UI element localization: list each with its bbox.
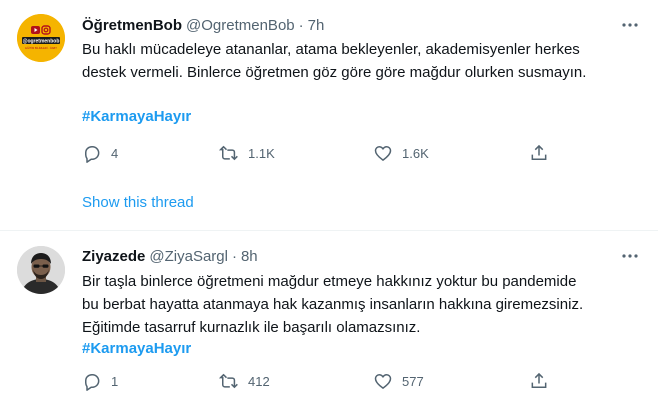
- like-button[interactable]: 1.6K: [373, 142, 429, 164]
- ogretmenbob-logo: @ogretmenbob EĞİTİM BİLİMLERİ · ÖABT: [17, 14, 65, 62]
- timestamp[interactable]: 7h: [308, 17, 325, 34]
- tweet-text-line: Bir taşla binlerce öğretmeni mağdur etme…: [82, 273, 577, 290]
- like-count: 1.6K: [402, 145, 429, 161]
- more-icon: [622, 254, 638, 258]
- more-button[interactable]: [620, 246, 640, 266]
- more-icon: [622, 23, 638, 27]
- tweet-header: ÖğretmenBob @OgretmenBob · 7h: [82, 15, 324, 35]
- avatar[interactable]: @ogretmenbob EĞİTİM BİLİMLERİ · ÖABT: [17, 14, 65, 62]
- tweet-ogretmenbob[interactable]: @ogretmenbob EĞİTİM BİLİMLERİ · ÖABT Öğr…: [0, 0, 658, 230]
- hashtag-link[interactable]: #KarmayaHayır: [82, 340, 191, 357]
- separator-dot: ·: [231, 247, 237, 265]
- hashtag-link[interactable]: #KarmayaHayır: [82, 108, 191, 125]
- tweet-text-line: Eğitimde tasarruf kurnazlık ile başarılı…: [82, 319, 421, 336]
- tweet-text-line: bu berbat hayatta atanmaya hak kazanmış …: [82, 296, 584, 313]
- reply-count: 4: [111, 145, 119, 161]
- reply-count: 1: [111, 373, 119, 389]
- tweet-actions: 1 412 577: [82, 370, 552, 392]
- retweet-icon: [219, 373, 238, 389]
- user-handle[interactable]: @ZiyaSargl: [149, 248, 228, 265]
- display-name[interactable]: Ziyazede: [82, 248, 145, 265]
- share-icon: [531, 144, 547, 160]
- share-button[interactable]: [529, 142, 549, 164]
- avatar[interactable]: [17, 246, 65, 294]
- more-button[interactable]: [620, 15, 640, 35]
- like-icon: [374, 374, 392, 389]
- reply-button[interactable]: 1: [82, 370, 118, 392]
- reply-icon: [85, 374, 100, 391]
- tweet-text-line: Bu haklı mücadeleye atananlar, atama bek…: [82, 41, 580, 58]
- share-icon: [531, 372, 547, 388]
- tweet-text-line: destek vermeli. Binlerce öğretmen göz gö…: [82, 64, 587, 81]
- like-count: 577: [402, 373, 424, 389]
- tweet-ziyazede[interactable]: Ziyazede @ZiyaSargl · 8h Bir taşla binle…: [0, 231, 658, 407]
- separator-dot: ·: [298, 16, 304, 34]
- like-icon: [374, 146, 392, 161]
- display-name[interactable]: ÖğretmenBob: [82, 17, 182, 34]
- retweet-count: 412: [248, 373, 270, 389]
- tweet-header: Ziyazede @ZiyaSargl · 8h: [82, 246, 258, 266]
- svg-text:@ogretmenbob: @ogretmenbob: [23, 38, 60, 44]
- like-button[interactable]: 577: [373, 370, 424, 392]
- retweet-icon: [219, 145, 238, 161]
- timestamp[interactable]: 8h: [241, 248, 258, 265]
- user-handle[interactable]: @OgretmenBob: [186, 17, 295, 34]
- share-button[interactable]: [529, 370, 549, 392]
- reply-button[interactable]: 4: [82, 142, 118, 164]
- reply-icon: [85, 146, 100, 163]
- tweet-actions: 4 1.1K 1.6K: [82, 142, 552, 164]
- retweet-button[interactable]: 412: [219, 370, 270, 392]
- profile-photo: [17, 246, 65, 294]
- retweet-button[interactable]: 1.1K: [219, 142, 275, 164]
- retweet-count: 1.1K: [248, 145, 275, 161]
- show-thread-link[interactable]: Show this thread: [82, 194, 194, 211]
